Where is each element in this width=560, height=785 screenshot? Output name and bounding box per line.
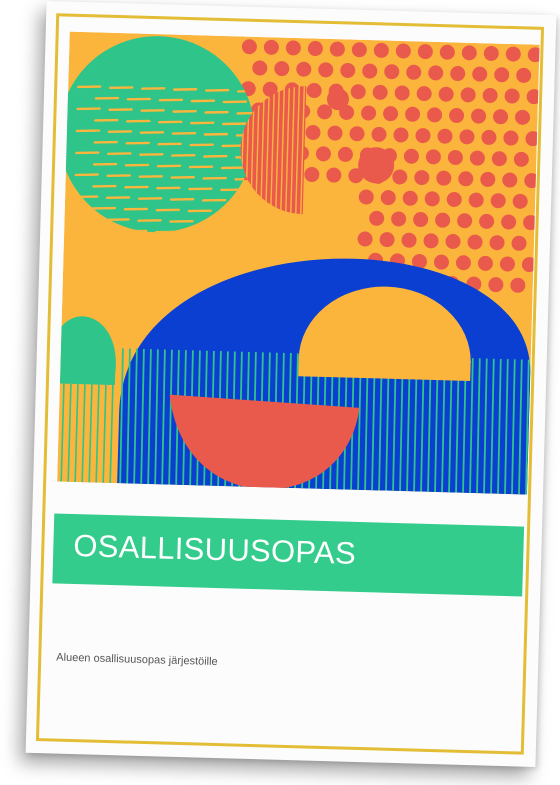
title-banner: OSALLISUUSOPAS (52, 513, 525, 597)
document-title: OSALLISUUSOPAS (72, 527, 357, 571)
document-cover: OSALLISUUSOPAS Alueen osallisuusopas jär… (25, 1, 557, 767)
cover-illustration (57, 31, 540, 495)
